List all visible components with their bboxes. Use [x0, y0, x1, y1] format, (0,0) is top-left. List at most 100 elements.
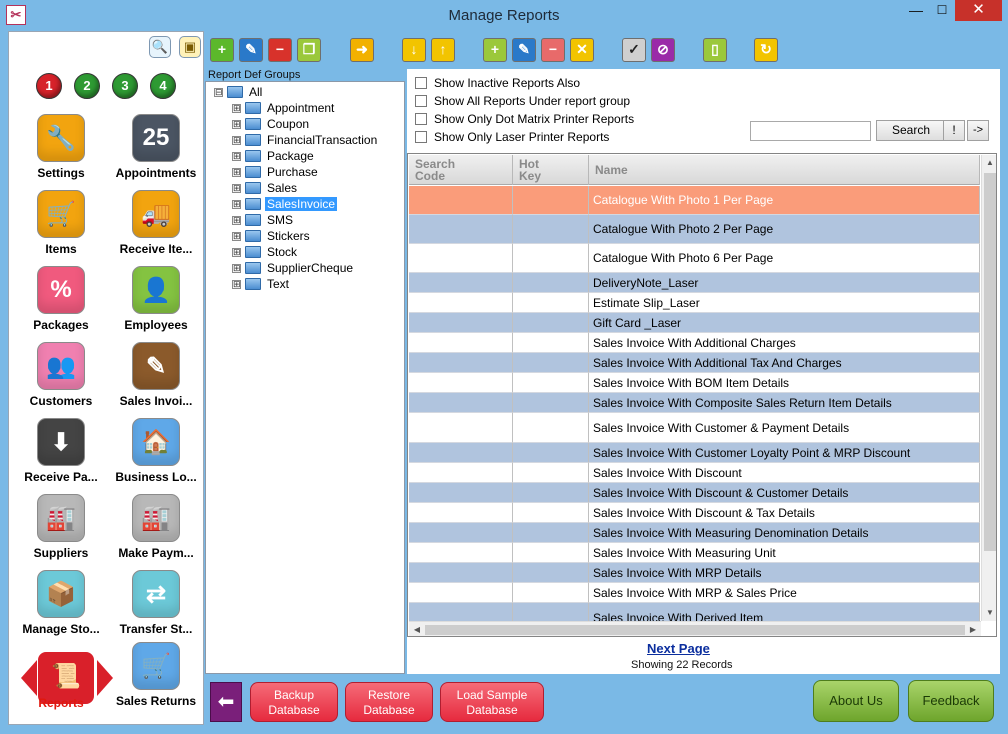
filter-option[interactable]: Show All Reports Under report group	[415, 94, 630, 108]
checkbox[interactable]	[415, 95, 427, 107]
module-transfer-st[interactable]: ⇄ Transfer St...	[110, 570, 202, 636]
table-row[interactable]: Sales Invoice With MRP Details	[409, 563, 980, 583]
exclaim-button[interactable]: !	[943, 120, 965, 141]
module-receive-pa[interactable]: ⬇ Receive Pa...	[15, 418, 107, 484]
scroll-down-icon[interactable]: ▼	[982, 605, 996, 621]
scroll-thumb-horizontal[interactable]	[425, 625, 965, 635]
table-row[interactable]: Sales Invoice With Discount	[409, 463, 980, 483]
number-button-4[interactable]: 4	[150, 73, 176, 99]
horizontal-scrollbar[interactable]: ◀ ▶	[409, 621, 981, 636]
table-row[interactable]: Estimate Slip_Laser	[409, 293, 980, 313]
tree-node-salesinvoice[interactable]: ⊞ SalesInvoice	[232, 196, 338, 212]
close-button[interactable]: ✕	[955, 0, 1002, 21]
tree-node-sms[interactable]: ⊞ SMS	[232, 212, 295, 228]
table-row[interactable]: Sales Invoice With Additional Charges	[409, 333, 980, 353]
tree-node-stock[interactable]: ⊞ Stock	[232, 244, 299, 260]
table-row[interactable]: Catalogue With Photo 6 Per Page	[409, 244, 980, 273]
table-row[interactable]: Catalogue With Photo 2 Per Page	[409, 215, 980, 244]
edit-doc-icon[interactable]: ✎	[512, 38, 536, 62]
block-icon[interactable]: ⊘	[651, 38, 675, 62]
header-hot-key[interactable]: Hot Key	[513, 155, 589, 185]
module-business-lo[interactable]: 🏠 Business Lo...	[110, 418, 202, 484]
module-employees[interactable]: 👤 Employees	[110, 266, 202, 332]
module-sales-returns[interactable]: 🛒 Sales Returns	[110, 642, 202, 708]
module-settings[interactable]: 🔧 Settings	[15, 114, 107, 180]
reports-prev-arrow-icon[interactable]	[21, 660, 37, 696]
approve-icon[interactable]: ✓	[622, 38, 646, 62]
load-sample-database-button[interactable]: Load Sample Database	[440, 682, 544, 722]
expander-icon[interactable]: ⊞	[232, 199, 241, 209]
expander-icon[interactable]: ⊞	[232, 135, 241, 145]
table-row[interactable]: Sales Invoice With Discount & Tax Detail…	[409, 503, 980, 523]
table-row[interactable]: Sales Invoice With Customer Loyalty Poin…	[409, 443, 980, 463]
about-us-button[interactable]: About Us	[813, 680, 899, 722]
copy-icon[interactable]: ❐	[297, 38, 321, 62]
expander-icon[interactable]: ⊞	[232, 167, 241, 177]
import-icon[interactable]: ↓	[402, 38, 426, 62]
scroll-up-icon[interactable]: ▲	[982, 155, 996, 171]
table-row[interactable]: Sales Invoice With Customer & Payment De…	[409, 413, 980, 443]
tree-node-package[interactable]: ⊞ Package	[232, 148, 316, 164]
expander-icon[interactable]: ⊞	[232, 231, 241, 241]
tree-node-appointment[interactable]: ⊞ Appointment	[232, 100, 336, 116]
cancel-icon[interactable]: ✕	[570, 38, 594, 62]
expander-icon[interactable]: ⊞	[232, 151, 241, 161]
expander-icon[interactable]: ⊟	[214, 87, 223, 97]
search-input[interactable]	[750, 121, 871, 141]
move-icon[interactable]: ➜	[350, 38, 374, 62]
table-row[interactable]: Sales Invoice With Composite Sales Retur…	[409, 393, 980, 413]
module-items[interactable]: 🛒 Items	[15, 190, 107, 256]
tree-node-sales[interactable]: ⊞ Sales	[232, 180, 299, 196]
filter-option[interactable]: Show Inactive Reports Also	[415, 76, 580, 90]
table-row[interactable]: Sales Invoice With Measuring Denominatio…	[409, 523, 980, 543]
table-row[interactable]: Sales Invoice With Measuring Unit	[409, 543, 980, 563]
expander-icon[interactable]: ⊞	[232, 263, 241, 273]
expander-icon[interactable]: ⊞	[232, 215, 241, 225]
table-row[interactable]: Catalogue With Photo 1 Per Page	[409, 186, 980, 215]
module-receive-ite[interactable]: 🚚 Receive Ite...	[110, 190, 202, 256]
search-icon[interactable]: 🔍	[149, 36, 171, 58]
scroll-right-icon[interactable]: ▶	[965, 622, 981, 636]
back-arrow-icon[interactable]: ⬅	[210, 682, 242, 722]
checkbox[interactable]	[415, 131, 427, 143]
table-row[interactable]: DeliveryNote_Laser	[409, 273, 980, 293]
tree-node-suppliercheque[interactable]: ⊞ SupplierCheque	[232, 260, 355, 276]
feedback-button[interactable]: Feedback	[908, 680, 994, 722]
checkbox[interactable]	[415, 77, 427, 89]
export-icon[interactable]: ↑	[431, 38, 455, 62]
checkbox[interactable]	[415, 113, 427, 125]
next-page-link[interactable]: Next Page	[647, 641, 710, 656]
tree-node-coupon[interactable]: ⊞ Coupon	[232, 116, 311, 132]
table-row[interactable]: Sales Invoice With Discount & Customer D…	[409, 483, 980, 503]
chat-icon[interactable]: ▣	[179, 36, 201, 58]
number-button-3[interactable]: 3	[112, 73, 138, 99]
add-doc-icon[interactable]: +	[483, 38, 507, 62]
tree-node-all[interactable]: ⊟ All	[214, 84, 264, 100]
module-make-paym[interactable]: 🏭 Make Paym...	[110, 494, 202, 560]
module-manage-sto[interactable]: 📦 Manage Sto...	[15, 570, 107, 636]
vertical-scrollbar[interactable]: ▲ ▼	[981, 155, 996, 621]
refresh-icon[interactable]: ↻	[754, 38, 778, 62]
remove-doc-icon[interactable]: −	[541, 38, 565, 62]
new-doc-icon[interactable]: ▯	[703, 38, 727, 62]
filter-option[interactable]: Show Only Dot Matrix Printer Reports	[415, 112, 634, 126]
module-appointments[interactable]: 25 Appointments	[110, 114, 202, 180]
restore-database-button[interactable]: Restore Database	[345, 682, 433, 722]
expander-icon[interactable]: ⊞	[232, 279, 241, 289]
scroll-left-icon[interactable]: ◀	[409, 622, 425, 636]
module-sales-invoi[interactable]: ✎ Sales Invoi...	[110, 342, 202, 408]
delete-icon[interactable]: −	[268, 38, 292, 62]
expander-icon[interactable]: ⊞	[232, 247, 241, 257]
maximize-button[interactable]: ☐	[929, 0, 955, 21]
header-search-code[interactable]: Search Code	[409, 155, 513, 185]
table-row[interactable]: Sales Invoice With BOM Item Details	[409, 373, 980, 393]
number-button-2[interactable]: 2	[74, 73, 100, 99]
header-name[interactable]: Name	[589, 155, 980, 185]
table-row[interactable]: Sales Invoice With Additional Tax And Ch…	[409, 353, 980, 373]
tree-node-financialtransaction[interactable]: ⊞ FinancialTransaction	[232, 132, 379, 148]
tree-node-purchase[interactable]: ⊞ Purchase	[232, 164, 320, 180]
scroll-thumb[interactable]	[984, 173, 996, 551]
tree-node-stickers[interactable]: ⊞ Stickers	[232, 228, 312, 244]
report-group-tree[interactable]: ⊟ All ⊞ Appointment ⊞ Coupon ⊞ FinancialTransac…	[205, 81, 405, 674]
search-button[interactable]: Search	[876, 120, 946, 141]
